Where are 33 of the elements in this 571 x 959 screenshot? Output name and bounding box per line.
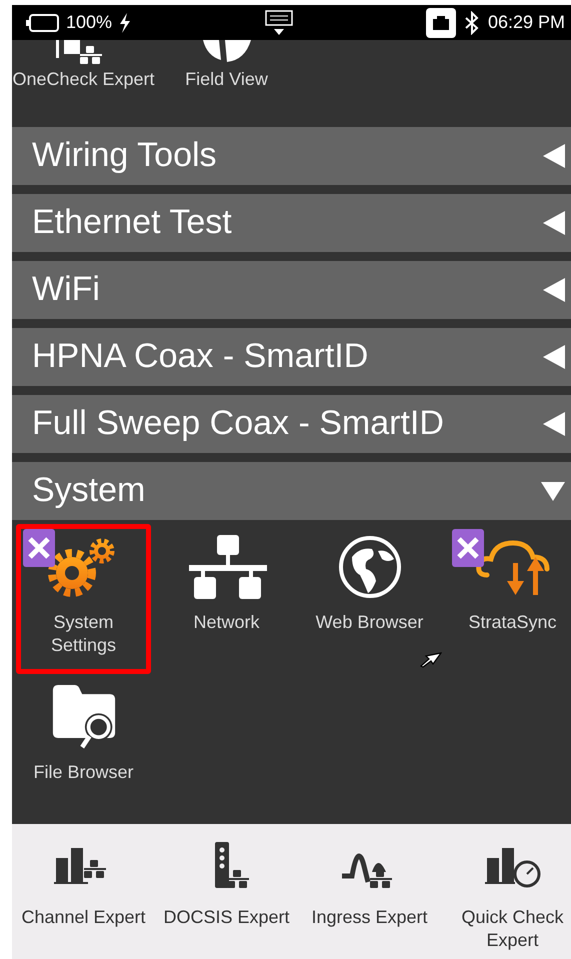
left-triangle-icon: [541, 210, 565, 235]
app-tile[interactable]: File Browser: [16, 674, 151, 824]
app-label[interactable]: Quick Check Expert: [441, 906, 571, 952]
keyboard-icon: [264, 8, 294, 37]
app-label[interactable]: Channel Expert: [21, 906, 146, 929]
left-triangle-icon: [541, 278, 565, 302]
app-label[interactable]: Ingress Expert: [311, 906, 428, 929]
network-icon: [186, 534, 266, 599]
category-header[interactable]: System: [12, 462, 571, 520]
category-header[interactable]: Ethernet Test: [12, 194, 571, 252]
app-label[interactable]: DOCSIS Expert: [163, 906, 290, 929]
category-header[interactable]: Full Sweep Coax - SmartID: [12, 394, 571, 453]
app-tile[interactable]: Network: [159, 524, 294, 674]
app-tile[interactable]: Web Browser: [302, 524, 437, 674]
left-triangle-icon: [541, 344, 565, 369]
remove-icon[interactable]: [452, 528, 484, 567]
app-tile[interactable]: StrataSync: [445, 524, 571, 674]
category-header[interactable]: HPNA Coax - SmartID: [12, 328, 571, 386]
bluetooth-icon: [464, 10, 480, 35]
category-header[interactable]: Wiring Tools: [12, 126, 571, 185]
app-label[interactable]: OneCheck Expert: [12, 68, 155, 92]
battery-level: 100%: [66, 12, 112, 34]
cursor-icon: [420, 652, 442, 668]
lightning-icon: [118, 12, 132, 33]
app-label[interactable]: Field View: [185, 68, 268, 92]
clock: 06:29 PM: [488, 12, 565, 34]
left-triangle-icon: [541, 412, 565, 436]
category-header[interactable]: WiFi: [12, 260, 571, 319]
battery-icon: [26, 12, 60, 33]
app-tile[interactable]: System Settings: [16, 524, 151, 674]
ethernet-icon: [426, 8, 456, 38]
left-triangle-icon: [541, 144, 565, 168]
remove-icon[interactable]: [23, 528, 55, 567]
